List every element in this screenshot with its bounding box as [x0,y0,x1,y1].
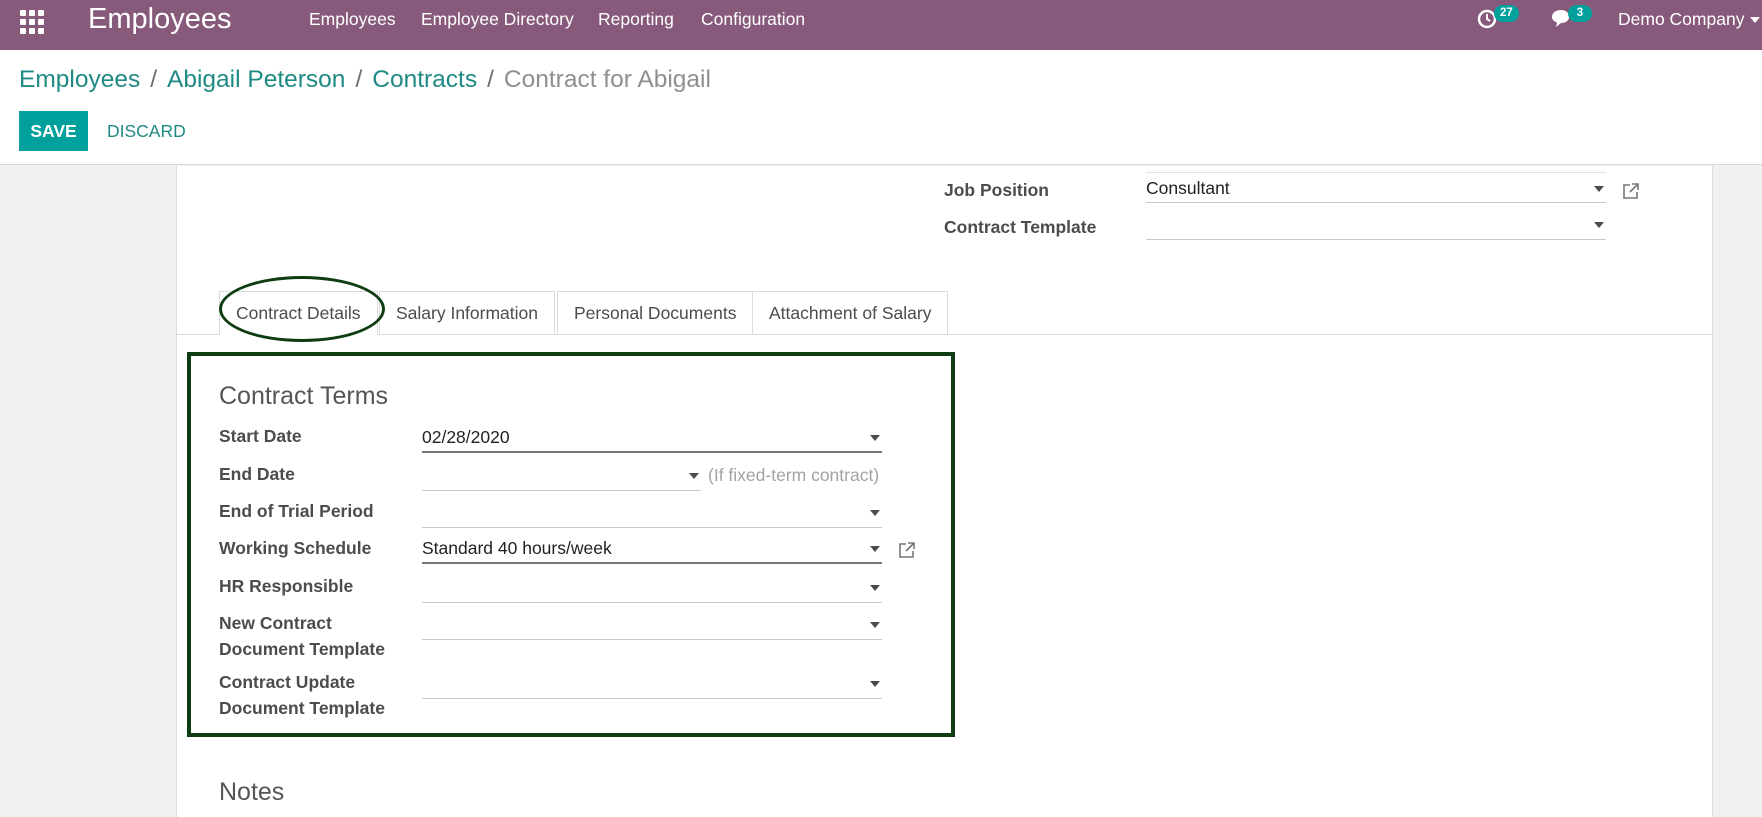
breadcrumb-separator: / [150,66,158,93]
update-contract-template-field[interactable] [422,668,882,699]
form-sheet: Job Position Consultant Contract Templat… [176,166,1713,817]
caret-down-icon[interactable] [1594,186,1604,192]
caret-down-icon[interactable] [870,585,880,591]
start-date-label: Start Date [219,426,302,446]
breadcrumb-contracts[interactable]: Contracts [372,66,477,93]
update-contract-template-label-line2: Document Template [219,698,385,718]
breadcrumb-separator: / [487,66,494,93]
tab-salary-information[interactable]: Salary Information [379,291,556,335]
external-link-icon[interactable] [897,540,917,560]
caret-down-icon [1750,17,1761,24]
company-name: Demo Company [1618,9,1745,29]
contract-terms-title: Contract Terms [219,382,389,410]
caret-down-icon[interactable] [689,473,699,479]
caret-down-icon[interactable] [870,546,880,552]
menu-configuration[interactable]: Configuration [701,0,805,38]
start-date-value: 02/28/2020 [422,427,510,447]
start-date-field[interactable]: 02/28/2020 [422,422,882,453]
notes-title: Notes [219,778,285,806]
hr-responsible-label: HR Responsible [219,576,354,596]
trial-end-field[interactable] [422,497,882,528]
message-count-badge: 3 [1568,5,1592,22]
menu-employee-directory[interactable]: Employee Directory [421,0,574,38]
company-switcher[interactable]: Demo Company [1618,0,1761,38]
top-navbar: Employees Employees Employee Directory R… [0,0,1762,50]
caret-down-icon[interactable] [870,622,880,628]
save-button[interactable]: Save [19,111,88,151]
new-contract-template-field[interactable] [422,609,882,640]
breadcrumb-employee[interactable]: Abigail Peterson [167,66,345,93]
caret-down-icon[interactable] [870,435,880,441]
apps-grid-icon[interactable] [20,10,44,34]
discard-button[interactable]: Discard [100,111,193,151]
new-contract-template-label-line2: Document Template [219,639,385,659]
working-schedule-value: Standard 40 hours/week [422,538,612,558]
breadcrumb-employees[interactable]: Employees [19,66,140,93]
menu-employees[interactable]: Employees [309,0,396,38]
external-link-icon[interactable] [1621,181,1641,201]
working-schedule-label: Working Schedule [219,538,372,558]
job-position-value: Consultant [1146,178,1230,198]
end-date-label: End Date [219,464,295,484]
breadcrumb-separator: / [355,66,363,93]
caret-down-icon[interactable] [1594,222,1604,228]
update-contract-template-label: Contract Update [219,672,356,692]
caret-down-icon[interactable] [870,681,880,687]
menu-reporting[interactable]: Reporting [598,0,674,38]
new-contract-template-label: New Contract [219,613,332,633]
tab-contract-details[interactable]: Contract Details [219,291,378,335]
end-date-field[interactable] [422,460,701,491]
working-schedule-field[interactable]: Standard 40 hours/week [422,533,882,564]
breadcrumb: Employees / Abigail Peterson / Contracts / Con… [19,66,711,94]
app-title[interactable]: Employees [88,0,231,38]
caret-down-icon[interactable] [870,510,880,516]
breadcrumb-current: Contract for Abigail [503,66,711,93]
contract-template-field[interactable] [1146,209,1606,240]
activity-count-badge: 27 [1494,5,1519,22]
control-panel: Employees / Abigail Peterson / Contracts / Con… [0,50,1762,165]
trial-end-label: End of Trial Period [219,501,374,521]
end-date-hint: (If fixed-term contract) [708,465,880,485]
job-position-label: Job Position [944,180,1049,200]
tab-attachment-of-salary[interactable]: Attachment of Salary [752,291,949,335]
tab-personal-documents[interactable]: Personal Documents [557,291,754,335]
job-position-field[interactable]: Consultant [1146,172,1606,203]
hr-responsible-field[interactable] [422,572,882,603]
contract-template-label: Contract Template [944,217,1097,237]
